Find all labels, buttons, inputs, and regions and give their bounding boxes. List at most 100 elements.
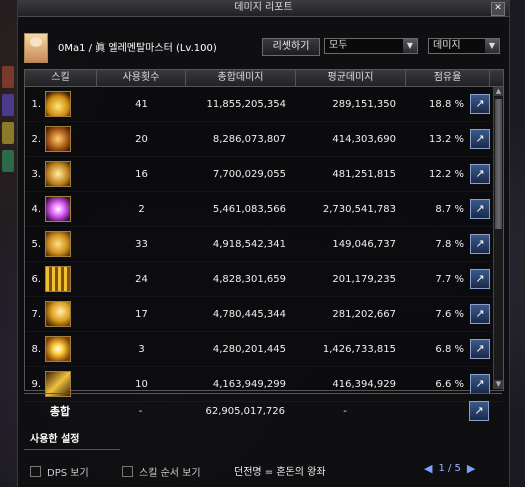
table-row[interactable]: 7. 17 4,780,445,344 281,202,667 7.6 % ↗	[25, 297, 503, 332]
row-share: 6.6 %	[435, 378, 464, 390]
filter-select-value: 모두	[329, 40, 348, 51]
scroll-up-icon[interactable]: ▲	[494, 87, 503, 96]
row-count: 20	[135, 133, 148, 145]
strip-icon	[2, 94, 14, 116]
window-titlebar[interactable]: 데미지 리포트 ✕	[18, 0, 509, 17]
column-avg[interactable]: 평균데미지	[296, 70, 406, 86]
totals-row: 총합 - 62,905,017,726 - ↗	[24, 393, 502, 428]
dps-checkbox[interactable]	[30, 466, 41, 477]
row-avg: 289,151,350	[332, 98, 396, 110]
row-index: 9.	[31, 378, 41, 390]
share-icon[interactable]: ↗	[470, 164, 490, 184]
skill-icon	[45, 91, 71, 117]
row-count: 3	[138, 343, 145, 355]
row-count: 17	[135, 308, 148, 320]
strip-icon	[2, 150, 14, 172]
used-settings-tab[interactable]: 사용한 설정	[24, 431, 120, 450]
row-total: 5,461,083,566	[212, 203, 286, 215]
table-row[interactable]: 1. 41 11,855,205,354 289,151,350 18.8 % …	[25, 87, 503, 122]
share-icon[interactable]: ↗	[470, 304, 490, 324]
row-count: 16	[135, 168, 148, 180]
metric-select-value: 데미지	[433, 40, 461, 51]
share-icon[interactable]: ↗	[470, 269, 490, 289]
row-count: 2	[138, 203, 145, 215]
row-avg: 414,303,690	[332, 133, 396, 145]
row-index: 8.	[31, 343, 41, 355]
dps-toggle[interactable]: DPS 보기	[30, 464, 89, 479]
scroll-down-icon[interactable]: ▼	[494, 380, 503, 389]
prev-page-icon[interactable]: ◀	[424, 462, 432, 475]
table-header: 스킬 사용횟수 총합데미지 평균데미지 점유율	[25, 70, 503, 87]
character-avatar	[24, 33, 48, 63]
table-row[interactable]: 4. 2 5,461,083,566 2,730,541,783 8.7 % ↗	[25, 192, 503, 227]
chevron-down-icon[interactable]: ▼	[485, 39, 499, 53]
scroll-thumb[interactable]	[495, 99, 502, 229]
share-icon[interactable]: ↗	[470, 94, 490, 114]
row-index: 5.	[31, 238, 41, 250]
bottom-bar: DPS 보기 스킬 순서 보기 던전명 = 혼돈의 왕좌 ◀ 1 / 5 ▶	[0, 458, 525, 487]
skill-icon	[45, 161, 71, 187]
table-row[interactable]: 8. 3 4,280,201,445 1,426,733,815 6.8 % ↗	[25, 332, 503, 367]
skill-table: 스킬 사용횟수 총합데미지 평균데미지 점유율 1. 41 11,855,205…	[24, 69, 504, 402]
share-icon[interactable]: ↗	[469, 401, 489, 421]
reset-button[interactable]: 리셋하기	[262, 38, 320, 56]
column-total[interactable]: 총합데미지	[186, 70, 296, 86]
share-icon[interactable]: ↗	[470, 374, 490, 394]
metric-select[interactable]: 데미지 ▼	[428, 38, 500, 54]
skill-icon	[45, 266, 71, 292]
row-avg: 201,179,235	[332, 273, 396, 285]
column-count[interactable]: 사용횟수	[97, 70, 186, 86]
strip-icon	[2, 66, 14, 88]
row-total: 8,286,073,807	[212, 133, 286, 145]
row-avg: 2,730,541,783	[322, 203, 396, 215]
window-title: 데미지 리포트	[234, 2, 293, 13]
share-icon[interactable]: ↗	[470, 234, 490, 254]
row-share: 7.7 %	[435, 273, 464, 285]
table-row[interactable]: 6. 24 4,828,301,659 201,179,235 7.7 % ↗	[25, 262, 503, 297]
skill-order-toggle[interactable]: 스킬 순서 보기	[122, 464, 201, 479]
row-avg: 149,046,737	[332, 238, 396, 250]
close-icon[interactable]: ✕	[491, 2, 505, 16]
row-count: 41	[135, 98, 148, 110]
row-total: 7,700,029,055	[212, 168, 286, 180]
column-skill[interactable]: 스킬	[25, 70, 97, 86]
row-avg: 481,251,815	[332, 168, 396, 180]
skill-icon	[45, 336, 71, 362]
strip-icon	[2, 122, 14, 144]
share-icon[interactable]: ↗	[470, 129, 490, 149]
row-share: 6.8 %	[435, 343, 464, 355]
table-rows: 1. 41 11,855,205,354 289,151,350 18.8 % …	[25, 87, 503, 402]
totals-total: 62,905,017,726	[205, 405, 285, 417]
skill-order-checkbox[interactable]	[122, 466, 133, 477]
row-index: 3.	[31, 168, 41, 180]
table-scrollbar[interactable]: ▲ ▼	[493, 87, 503, 389]
table-row[interactable]: 2. 20 8,286,073,807 414,303,690 13.2 % ↗	[25, 122, 503, 157]
row-avg: 416,394,929	[332, 378, 396, 390]
table-row[interactable]: 5. 33 4,918,542,341 149,046,737 7.8 % ↗	[25, 227, 503, 262]
character-name: 0Ma1 / 眞 엘레멘탈마스터 (Lv.100)	[58, 43, 217, 54]
filter-select[interactable]: 모두 ▼	[324, 38, 418, 54]
chevron-down-icon[interactable]: ▼	[403, 39, 417, 53]
left-skill-strip	[0, 60, 16, 420]
share-icon[interactable]: ↗	[470, 339, 490, 359]
totals-avg: -	[343, 405, 347, 417]
column-share[interactable]: 점유율	[406, 70, 490, 86]
row-total: 4,163,949,299	[212, 378, 286, 390]
row-index: 6.	[31, 273, 41, 285]
skill-icon	[45, 301, 71, 327]
row-share: 7.8 %	[435, 238, 464, 250]
table-row[interactable]: 3. 16 7,700,029,055 481,251,815 12.2 % ↗	[25, 157, 503, 192]
row-count: 24	[135, 273, 148, 285]
skill-icon	[45, 231, 71, 257]
row-total: 11,855,205,354	[206, 98, 286, 110]
row-avg: 1,426,733,815	[322, 343, 396, 355]
row-index: 4.	[31, 203, 41, 215]
pager: ◀ 1 / 5 ▶	[424, 462, 475, 475]
row-avg: 281,202,667	[332, 308, 396, 320]
next-page-icon[interactable]: ▶	[467, 462, 475, 475]
row-share: 18.8 %	[429, 98, 464, 110]
row-total: 4,780,445,344	[212, 308, 286, 320]
row-share: 12.2 %	[429, 168, 464, 180]
totals-label: 총합	[49, 405, 71, 418]
share-icon[interactable]: ↗	[470, 199, 490, 219]
